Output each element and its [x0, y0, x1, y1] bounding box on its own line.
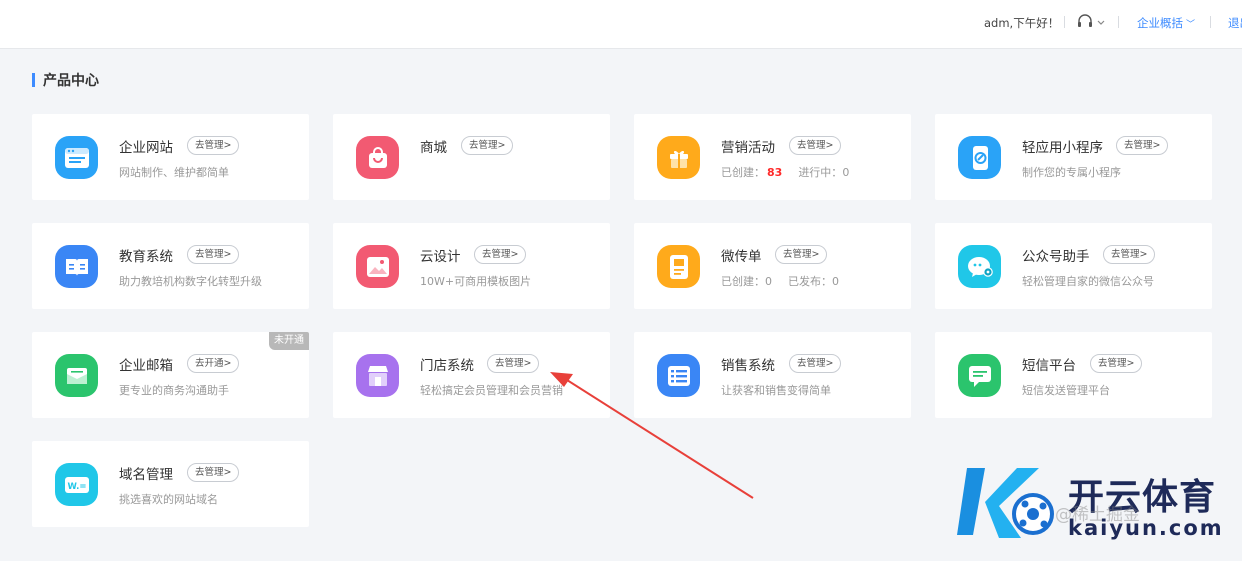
accent-bar	[32, 73, 35, 87]
created-label: 已创建：	[721, 275, 765, 288]
activate-button[interactable]: 去开通>	[187, 354, 240, 373]
card-title: 教育系统	[119, 249, 173, 265]
divider	[1064, 16, 1065, 28]
card-description: 助力教培机构数字化转型升级	[119, 275, 262, 288]
manage-button[interactable]: 去管理>	[187, 136, 240, 155]
product-card-marketing[interactable]: 营销活动 去管理> 已创建： 83 进行中：0	[634, 114, 911, 200]
manage-button[interactable]: 去管理>	[474, 245, 527, 264]
card-title: 门店系统	[420, 358, 474, 374]
product-card-cloud-design[interactable]: 云设计 去管理> 10W+可商用模板图片	[333, 223, 610, 309]
website-icon	[55, 136, 98, 179]
divider	[1210, 16, 1211, 28]
brand-name-en: kaiyun.com	[1068, 516, 1224, 540]
top-bar: adm,下午好！ 企业概括﹀ 退出	[0, 0, 1242, 49]
not-activated-badge: 未开通	[269, 332, 309, 350]
created-count: 83	[767, 166, 783, 179]
card-title: 营销活动	[721, 140, 775, 156]
card-title: 云设计	[420, 249, 461, 265]
card-description: 更专业的商务沟通助手	[119, 384, 229, 397]
brand-logo-icon	[957, 468, 1054, 538]
created-count: 0	[765, 275, 772, 288]
card-description: 制作您的专属小程序	[1022, 166, 1121, 179]
mail-icon	[55, 354, 98, 397]
product-card-store-system[interactable]: 门店系统 去管理> 轻松搞定会员管理和会员营销	[333, 332, 610, 418]
product-card-sms-platform[interactable]: 短信平台 去管理> 短信发送管理平台	[935, 332, 1212, 418]
divider	[1118, 16, 1119, 28]
book-icon	[55, 245, 98, 288]
card-description: 轻松搞定会员管理和会员营销	[420, 384, 563, 397]
manage-button[interactable]: 去管理>	[487, 354, 540, 373]
card-title: 企业网站	[119, 140, 173, 156]
card-title: 短信平台	[1022, 358, 1076, 374]
svg-text:W.=: W.=	[67, 482, 86, 492]
card-title: 企业邮箱	[119, 358, 173, 374]
domain-icon: W.=	[55, 463, 98, 506]
published-count: 0	[832, 275, 839, 288]
enterprise-overview-dropdown[interactable]: 企业概括 ﹀	[1137, 15, 1195, 31]
card-description: 轻松管理自家的微信公众号	[1022, 275, 1154, 288]
created-label: 已创建：	[721, 166, 765, 179]
manage-button[interactable]: 去管理>	[1116, 136, 1169, 155]
product-card-flyer[interactable]: 微传单 去管理> 已创建：0 已发布：0	[634, 223, 911, 309]
manage-button[interactable]: 去管理>	[789, 354, 842, 373]
manage-button[interactable]: 去管理>	[187, 245, 240, 264]
shopping-bag-icon	[356, 136, 399, 179]
chevron-down-icon: ﹀	[1186, 20, 1196, 30]
logout-link[interactable]: 退出	[1228, 15, 1242, 31]
product-card-domain[interactable]: W.= 域名管理 去管理> 挑选喜欢的网站域名	[32, 441, 309, 527]
card-description: 网站制作、维护都简单	[119, 166, 229, 179]
image-icon	[356, 245, 399, 288]
store-icon	[356, 354, 399, 397]
product-card-mini-program[interactable]: 轻应用小程序 去管理> 制作您的专属小程序	[935, 114, 1212, 200]
published-label: 已发布：	[788, 275, 832, 288]
brand-watermark: 开云体育 @稀土掘金 kaiyun.com	[955, 460, 1235, 560]
flyer-stats: 已创建：0 已发布：0	[721, 273, 839, 289]
card-description: 短信发送管理平台	[1022, 384, 1110, 397]
card-title: 轻应用小程序	[1022, 140, 1103, 156]
card-title: 商城	[420, 140, 447, 156]
overview-label: 企业概括	[1137, 16, 1183, 30]
manage-button[interactable]: 去管理>	[461, 136, 514, 155]
activity-stats: 已创建： 83 进行中：0	[721, 164, 849, 180]
user-greeting: adm,下午好！	[984, 16, 1060, 30]
manage-button[interactable]: 去管理>	[775, 245, 828, 264]
section-header: 产品中心	[32, 71, 99, 89]
card-description: 让获客和销售变得简单	[721, 384, 831, 397]
wechat-icon	[958, 245, 1001, 288]
product-card-education[interactable]: 教育系统 去管理> 助力教培机构数字化转型升级	[32, 223, 309, 309]
product-card-sales-system[interactable]: 销售系统 去管理> 让获客和销售变得简单	[634, 332, 911, 418]
list-icon	[657, 354, 700, 397]
card-title: 公众号助手	[1022, 249, 1090, 265]
gift-icon	[657, 136, 700, 179]
card-title: 销售系统	[721, 358, 775, 374]
manage-button[interactable]: 去管理>	[187, 463, 240, 482]
running-label: 进行中：	[798, 166, 843, 179]
product-card-website[interactable]: 企业网站 去管理> 网站制作、维护都简单	[32, 114, 309, 200]
customer-service-button[interactable]	[1077, 13, 1107, 31]
section-title: 产品中心	[43, 73, 99, 89]
mini-program-icon	[958, 136, 1001, 179]
headset-icon	[1078, 14, 1105, 27]
product-card-official-account[interactable]: 公众号助手 去管理> 轻松管理自家的微信公众号	[935, 223, 1212, 309]
card-title: 域名管理	[119, 467, 173, 483]
running-count: 0	[842, 166, 850, 179]
manage-button[interactable]: 去管理>	[789, 136, 842, 155]
card-description: 10W+可商用模板图片	[420, 275, 532, 288]
card-title: 微传单	[721, 249, 762, 265]
sms-icon	[958, 354, 1001, 397]
flyer-icon	[657, 245, 700, 288]
product-card-mall[interactable]: 商城 去管理>	[333, 114, 610, 200]
card-description: 挑选喜欢的网站域名	[119, 493, 218, 506]
product-card-enterprise-mail[interactable]: 未开通 企业邮箱 去开通> 更专业的商务沟通助手	[32, 332, 309, 418]
manage-button[interactable]: 去管理>	[1090, 354, 1143, 373]
manage-button[interactable]: 去管理>	[1103, 245, 1156, 264]
